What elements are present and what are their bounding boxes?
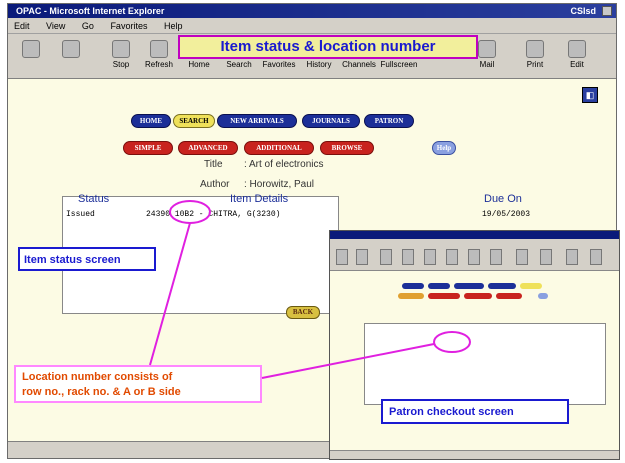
menu-edit[interactable]: Edit <box>14 21 30 31</box>
inset-tool-icon <box>540 249 552 265</box>
nav-journals-button[interactable]: JOURNALS <box>302 114 360 128</box>
inset-tool-icon <box>490 249 502 265</box>
printer-icon <box>526 40 544 58</box>
inset-tool-icon <box>424 249 436 265</box>
inset-nav-pill <box>428 283 450 289</box>
inset-statusbar <box>330 450 619 459</box>
inset-tool-icon <box>380 249 392 265</box>
menu-view[interactable]: View <box>46 21 65 31</box>
inset-titlebar <box>330 231 619 239</box>
refresh-icon <box>150 40 168 58</box>
channels-label: Channels <box>342 60 376 69</box>
print-label: Print <box>526 60 544 69</box>
nav-patron-button[interactable]: PATRON <box>364 114 414 128</box>
title-label: Title <box>204 159 223 170</box>
edit-label: Edit <box>570 60 584 69</box>
nav-new-arrivals-button[interactable]: NEW ARRIVALS <box>217 114 297 128</box>
forward-arrow-icon <box>62 40 80 58</box>
home-label: Home <box>188 60 210 69</box>
catalog-icon[interactable]: ◧ <box>582 87 598 103</box>
inset-nav-pill <box>454 283 484 289</box>
location-callout-line2: row no., rack no. & A or B side <box>22 386 181 398</box>
inset-tool-icon <box>446 249 458 265</box>
menu-help[interactable]: Help <box>164 21 183 31</box>
inset-nav-pill <box>402 283 424 289</box>
row-status: Issued <box>66 210 95 219</box>
print-button[interactable]: Print <box>516 38 554 74</box>
author-label: Author <box>200 179 230 190</box>
back-arrow-icon <box>22 40 40 58</box>
due-header: Due On <box>484 193 522 205</box>
corner-label: CSIsd <box>570 6 596 16</box>
mail-icon <box>478 40 496 58</box>
menu-bar: Edit View Go Favorites Help <box>8 18 616 34</box>
forward-nav-button[interactable] <box>52 38 90 74</box>
inset-nav-pill <box>520 283 542 289</box>
patron-checkout-screenshot <box>329 230 620 460</box>
back-button[interactable]: BACK <box>286 306 320 319</box>
item-status-callout: Item status screen <box>18 247 156 271</box>
nav-home-button[interactable]: HOME <box>131 114 171 128</box>
inset-nav-pill <box>428 293 460 299</box>
table-row: Issued 24390 10B2 - CHITRA, G(3230) 19/0… <box>66 210 536 219</box>
inset-nav-pill <box>398 293 424 299</box>
inset-toolbar <box>330 246 619 271</box>
author-value: : Horowitz, Paul <box>244 179 315 190</box>
inset-tool-icon <box>468 249 480 265</box>
title-value: : Art of electronics <box>244 159 324 170</box>
inset-help-pill <box>538 293 548 299</box>
mail-label: Mail <box>479 60 495 69</box>
favorites-label: Favorites <box>262 60 296 69</box>
status-header: Status <box>78 193 110 205</box>
back-nav-button[interactable] <box>12 38 50 74</box>
inset-checkout-list <box>364 323 606 405</box>
inset-tool-icon <box>402 249 414 265</box>
menu-go[interactable]: Go <box>82 21 94 31</box>
window-titlebar: OPAC - Microsoft Internet Explorer CSIsd <box>8 4 616 18</box>
nav-browse-button[interactable]: BROWSE <box>320 141 374 155</box>
nav-simple-button[interactable]: SIMPLE <box>123 141 173 155</box>
window-title: OPAC - Microsoft Internet Explorer <box>16 6 165 16</box>
search-label: Search <box>226 60 252 69</box>
history-label: History <box>306 60 332 69</box>
fullscreen-label: Fullscreen <box>380 60 418 69</box>
inset-tool-icon <box>516 249 528 265</box>
row-details: 24390 10B2 - CHITRA, G(3230) <box>146 210 281 219</box>
refresh-button[interactable]: Refresh <box>140 38 178 74</box>
heading-callout: Item status & location number <box>178 35 478 59</box>
row-due: 19/05/2003 <box>482 210 531 219</box>
inset-nav-pill <box>488 283 516 289</box>
inset-tool-icon <box>590 249 602 265</box>
menu-favorites[interactable]: Favorites <box>110 21 147 31</box>
stop-icon <box>112 40 130 58</box>
inset-tool-icon <box>356 249 368 265</box>
edit-icon <box>568 40 586 58</box>
close-icon[interactable] <box>602 6 612 16</box>
location-callout: Location number consists of row no., rac… <box>14 365 262 403</box>
refresh-label: Refresh <box>144 60 173 69</box>
inset-tool-icon <box>566 249 578 265</box>
inset-tool-icon <box>336 249 348 265</box>
nav-search-button[interactable]: SEARCH <box>173 114 215 128</box>
help-button[interactable]: Help <box>432 141 456 155</box>
stop-button[interactable]: Stop <box>102 38 140 74</box>
details-header: Item Details <box>230 193 289 205</box>
nav-advanced-button[interactable]: ADVANCED <box>178 141 238 155</box>
stop-label: Stop <box>112 60 130 69</box>
edit-button[interactable]: Edit <box>558 38 596 74</box>
inset-nav-pill <box>464 293 492 299</box>
inset-nav-pill <box>496 293 522 299</box>
inset-menubar <box>330 239 619 246</box>
patron-checkout-callout: Patron checkout screen <box>381 399 569 424</box>
location-callout-line1: Location number consists of <box>22 371 173 383</box>
nav-additional-button[interactable]: ADDITIONAL <box>244 141 314 155</box>
